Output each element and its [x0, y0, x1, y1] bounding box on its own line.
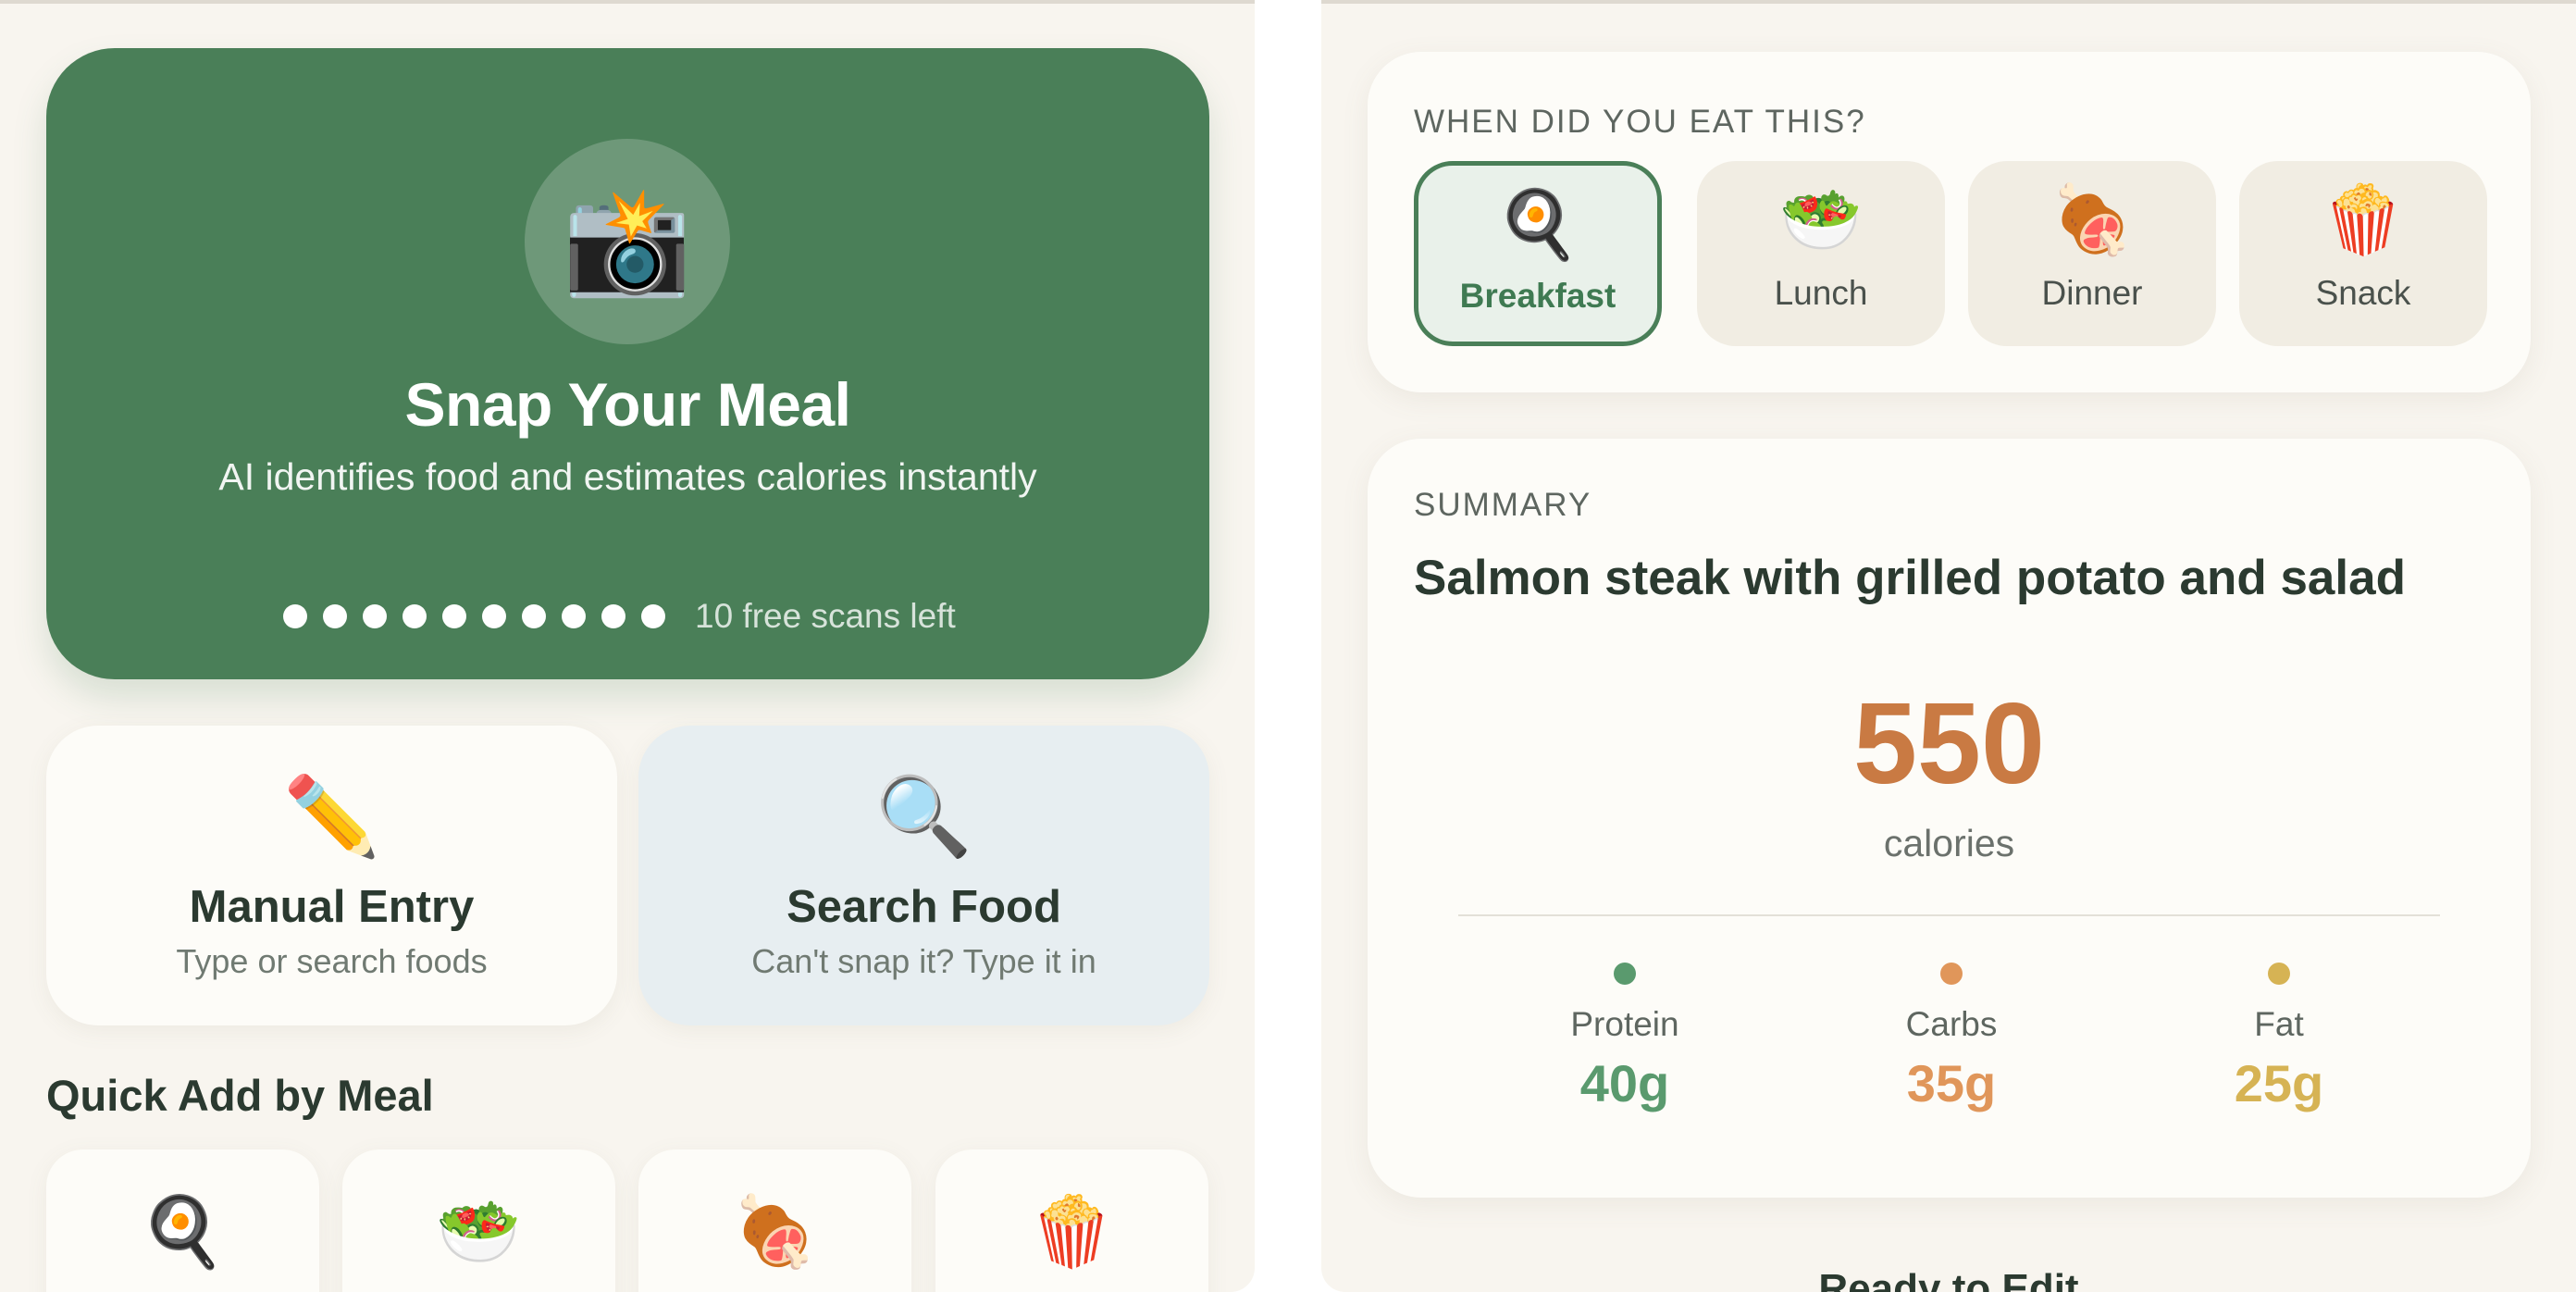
macro-value: 40g [1579, 1054, 1670, 1112]
summary-label: SUMMARY [1414, 487, 1592, 523]
scan-dot [562, 604, 586, 628]
home-screen: 📸 Snap Your Meal AI identifies food and … [0, 0, 1255, 1292]
fried-egg-icon: 🍳 [1496, 188, 1579, 262]
pencil-icon: ✏️ [283, 773, 380, 860]
meal-title: Salmon steak with grilled potato and sal… [1414, 551, 2406, 605]
scan-dots [283, 604, 665, 628]
macro-label: Carbs [1905, 1005, 1998, 1043]
meal-option-label: Lunch [1774, 274, 1868, 312]
calorie-unit: calories [1883, 822, 2015, 864]
magnifier-icon: 🔍 [875, 773, 972, 860]
macro-fat: Fat 25g [2140, 963, 2418, 1113]
summary-panel: SUMMARY Salmon steak with grilled potato… [1368, 439, 2531, 1198]
fried-egg-icon: 🍳 [140, 1193, 226, 1270]
macro-value: 35g [1906, 1054, 1997, 1112]
carbs-dot [1940, 963, 1963, 985]
hero-subtitle: AI identifies food and estimates calorie… [218, 455, 1037, 498]
scan-dot [601, 604, 625, 628]
search-food-subtitle: Can't snap it? Type it in [751, 942, 1096, 980]
meal-time-panel: WHEN DID YOU EAT THIS? 🍳 Breakfast 🥗 Lun… [1368, 52, 2531, 392]
meal-option-lunch[interactable]: 🥗 Lunch [1697, 161, 1945, 346]
macro-value: 25g [2234, 1054, 2324, 1112]
meal-option-dinner[interactable]: 🍖 Dinner [1968, 161, 2216, 346]
search-food-title: Search Food [786, 882, 1061, 932]
meal-option-label: Breakfast [1459, 277, 1616, 315]
macro-protein: Protein 40g [1486, 963, 1764, 1113]
scans-left-text: 10 free scans left [695, 597, 956, 635]
popcorn-icon: 🍿 [1029, 1193, 1115, 1270]
status-edge [1321, 0, 2576, 4]
scan-dot [641, 604, 665, 628]
meal-time-label: WHEN DID YOU EAT THIS? [1414, 104, 1866, 140]
scan-dot [522, 604, 546, 628]
calorie-value: 550 [1853, 680, 2045, 808]
scan-dot [402, 604, 427, 628]
meat-drumstick-icon: 🍖 [732, 1193, 818, 1270]
meat-drumstick-icon: 🍖 [2050, 183, 2134, 257]
macro-label: Protein [1570, 1005, 1679, 1043]
scan-dot [482, 604, 506, 628]
ready-to-edit-heading: Ready to Edit [1818, 1266, 2079, 1292]
camera-flash-icon: 📸 [525, 139, 730, 344]
scan-dot [323, 604, 347, 628]
meal-review-screen: WHEN DID YOU EAT THIS? 🍳 Breakfast 🥗 Lun… [1321, 0, 2576, 1292]
salad-icon: 🥗 [436, 1193, 522, 1270]
meal-option-label: Snack [2315, 274, 2411, 312]
salad-icon: 🥗 [1779, 183, 1863, 257]
macro-label: Fat [2254, 1005, 2304, 1043]
manual-entry-title: Manual Entry [189, 882, 475, 932]
quick-add-dinner[interactable]: 🍖 [638, 1149, 911, 1292]
search-food-button[interactable]: 🔍 Search Food Can't snap it? Type it in [638, 726, 1209, 1025]
quick-add-heading: Quick Add by Meal [46, 1071, 434, 1120]
meal-option-snack[interactable]: 🍿 Snack [2239, 161, 2487, 346]
manual-entry-subtitle: Type or search foods [176, 942, 488, 980]
summary-divider [1458, 914, 2440, 916]
quick-add-lunch[interactable]: 🥗 [342, 1149, 615, 1292]
snap-meal-card[interactable]: 📸 Snap Your Meal AI identifies food and … [46, 48, 1209, 679]
macro-carbs: Carbs 35g [1813, 963, 2090, 1113]
scan-dot [283, 604, 307, 628]
quick-add-snack[interactable]: 🍿 [935, 1149, 1208, 1292]
fat-dot [2268, 963, 2290, 985]
scan-dot [363, 604, 387, 628]
manual-entry-button[interactable]: ✏️ Manual Entry Type or search foods [46, 726, 617, 1025]
meal-option-label: Dinner [2041, 274, 2143, 312]
popcorn-icon: 🍿 [2322, 183, 2405, 257]
hero-title: Snap Your Meal [404, 370, 851, 439]
status-edge [0, 0, 1255, 4]
meal-option-breakfast[interactable]: 🍳 Breakfast [1414, 161, 1662, 346]
scan-counter: 10 free scans left [283, 594, 956, 639]
protein-dot [1614, 963, 1636, 985]
scan-dot [442, 604, 466, 628]
quick-add-breakfast[interactable]: 🍳 [46, 1149, 319, 1292]
